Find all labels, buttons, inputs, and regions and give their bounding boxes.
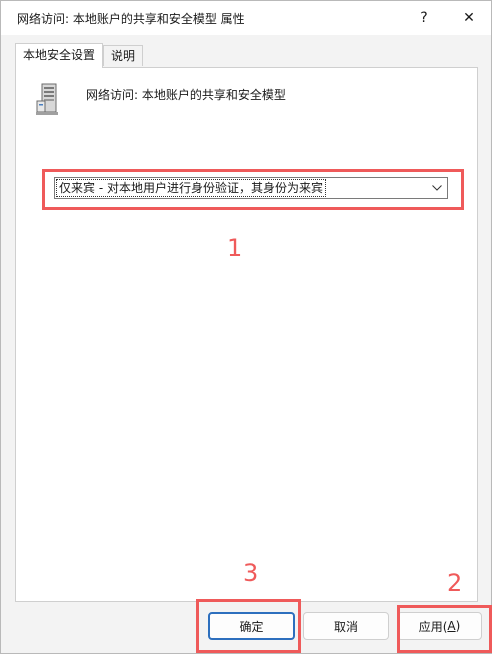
- title-bar: 网络访问: 本地账户的共享和安全模型 属性 ? ✕: [1, 1, 491, 35]
- annotation-number-3: 3: [243, 559, 259, 587]
- tab-panel: 网络访问: 本地账户的共享和安全模型 仅来宾 - 对本地用户进行身份验证，其身份…: [15, 67, 478, 602]
- close-button[interactable]: ✕: [446, 1, 492, 35]
- help-icon: ?: [420, 10, 428, 26]
- policy-title: 网络访问: 本地账户的共享和安全模型: [86, 88, 286, 102]
- help-button[interactable]: ?: [401, 1, 447, 35]
- annotation-box-apply: [397, 605, 492, 653]
- annotation-number-2: 2: [447, 569, 463, 597]
- tab-local-security-setting[interactable]: 本地安全设置: [15, 43, 104, 68]
- properties-dialog: 网络访问: 本地账户的共享和安全模型 属性 ? ✕ 本地安全设置 说明 网络访问…: [0, 0, 492, 654]
- cancel-button[interactable]: 取消: [303, 612, 389, 640]
- annotation-box-dropdown: [42, 169, 464, 210]
- close-icon: ✕: [463, 10, 475, 26]
- annotation-box-ok: [196, 599, 301, 653]
- tab-explain[interactable]: 说明: [103, 45, 144, 66]
- annotation-number-1: 1: [227, 234, 243, 262]
- server-icon: [36, 83, 58, 115]
- window-title: 网络访问: 本地账户的共享和安全模型 属性: [17, 12, 245, 26]
